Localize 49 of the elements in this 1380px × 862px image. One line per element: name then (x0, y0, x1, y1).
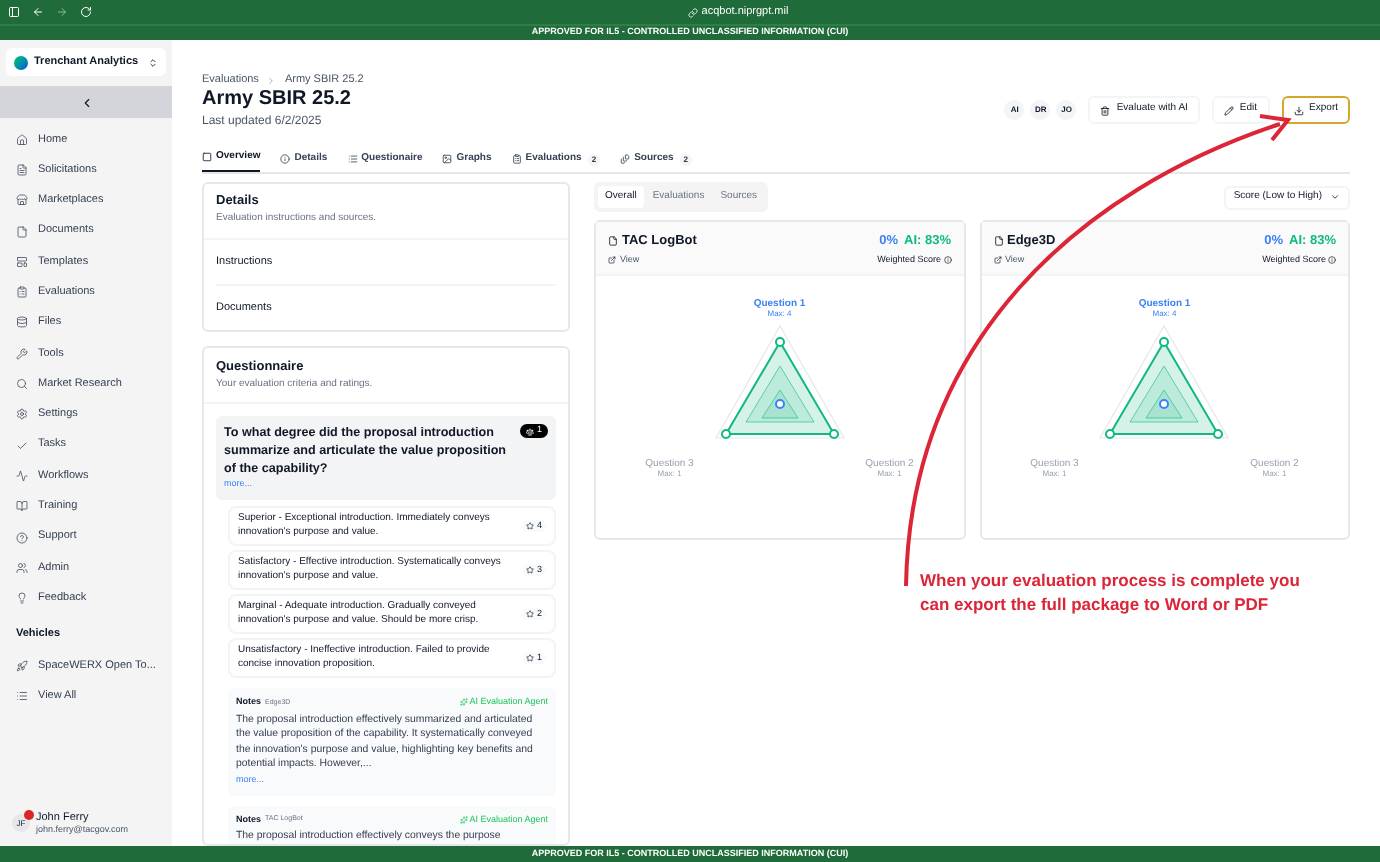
chevron-right-icon (266, 75, 277, 86)
users-icon (16, 561, 28, 574)
page-title: Army SBIR 25.2 (202, 88, 351, 114)
sparkle-icon (459, 698, 468, 707)
overview-icon (202, 152, 212, 162)
back-icon[interactable] (32, 6, 44, 18)
list-icon (16, 689, 28, 702)
clipboard-icon (16, 286, 28, 299)
chevron-left-icon (79, 95, 93, 109)
info-icon (280, 154, 291, 164)
globe-icon (14, 55, 28, 69)
file-icon (608, 236, 618, 247)
check-icon (16, 439, 28, 452)
chevron-down-icon (1330, 192, 1340, 202)
star-icon (526, 610, 535, 618)
reload-icon[interactable] (80, 6, 92, 18)
graph-icon (442, 154, 453, 164)
scale-icon (526, 427, 535, 436)
pencil-icon (1223, 105, 1234, 115)
info-icon (1328, 255, 1336, 264)
list-icon (347, 154, 358, 164)
rocket-icon (16, 659, 28, 672)
wrench-icon (16, 347, 28, 360)
download-icon (1293, 105, 1304, 115)
star-icon (526, 566, 535, 574)
sidebar-toggle-icon[interactable] (8, 6, 20, 18)
activity-icon (16, 469, 28, 482)
home-icon (16, 133, 28, 146)
external-link-icon (608, 255, 616, 264)
star-icon (526, 654, 535, 662)
sparkle-icon (459, 815, 468, 824)
external-link-icon (993, 255, 1001, 264)
file-icon (993, 236, 1003, 247)
trash-icon (1100, 105, 1111, 115)
search-icon (16, 378, 28, 391)
lightbulb-icon (16, 592, 28, 605)
annotation-text: When your evaluation process is complete you can export the full package to Word or PDF (920, 568, 1302, 616)
template-icon (16, 255, 28, 268)
clipboard-icon (511, 154, 522, 164)
store-icon (16, 194, 28, 207)
link-icon (687, 7, 698, 17)
chevron-icon (148, 57, 158, 67)
file-icon (16, 225, 28, 238)
book-icon (16, 500, 28, 513)
info-icon (943, 255, 951, 264)
help-icon (16, 531, 28, 543)
database-icon (16, 316, 28, 329)
star-icon (526, 522, 535, 530)
settings-icon (16, 408, 28, 421)
